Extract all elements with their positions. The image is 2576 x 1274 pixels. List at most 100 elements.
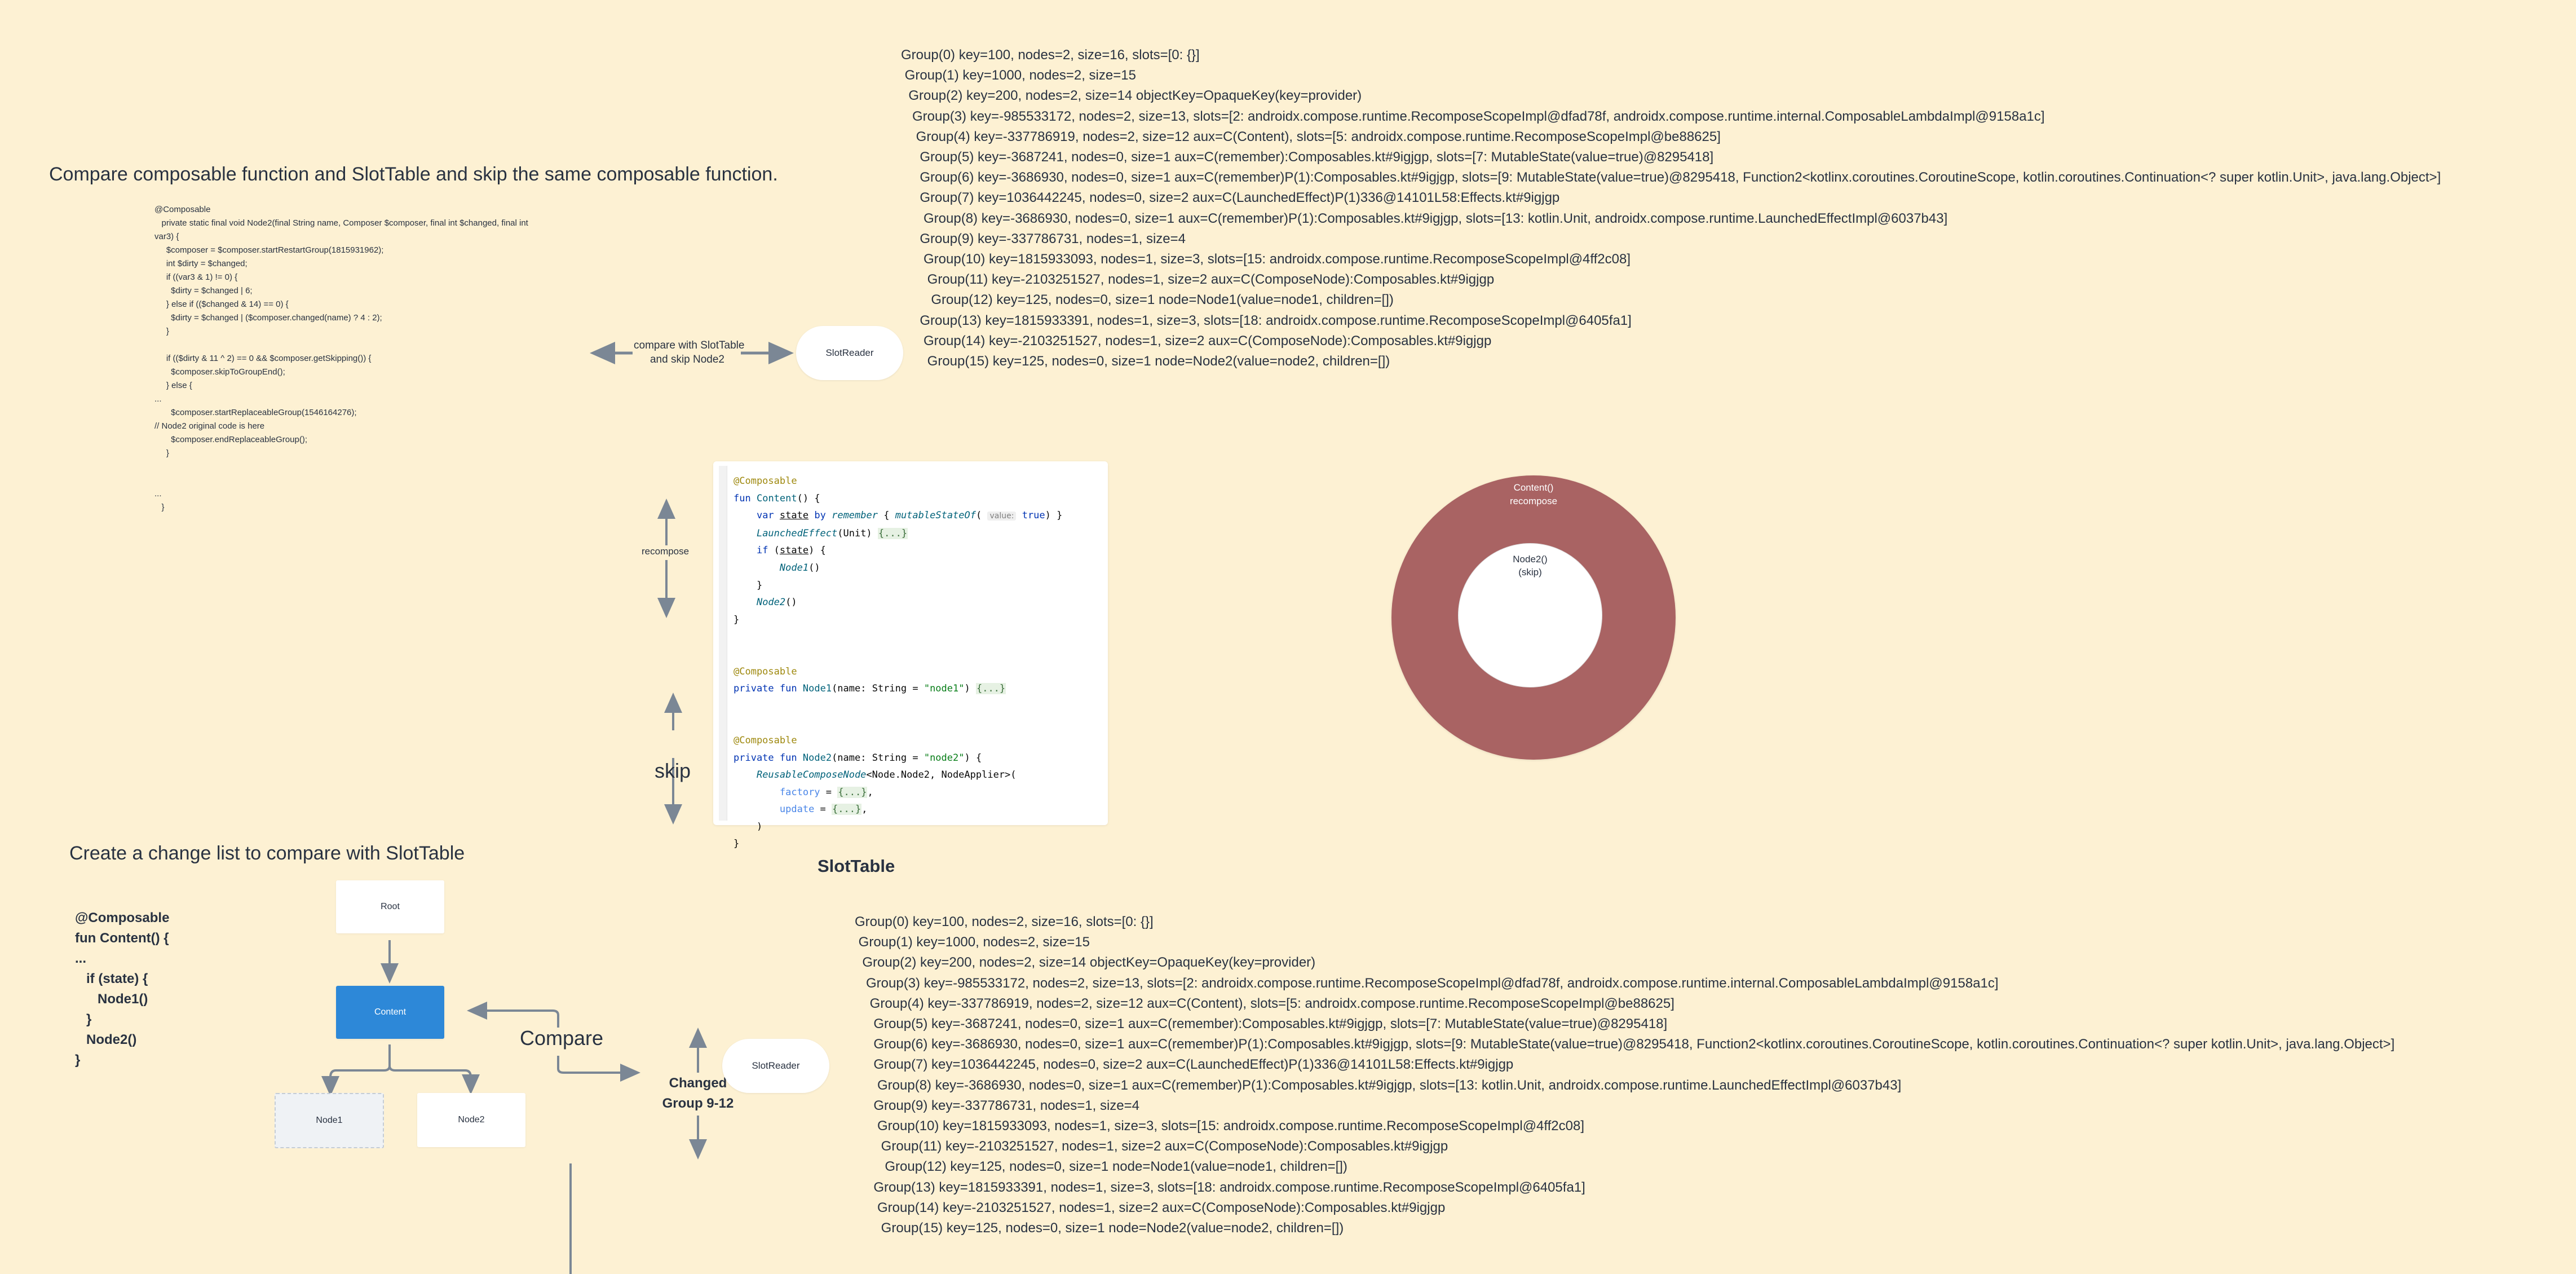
slot-table-group-row: Group(12) key=125, nodes=0, size=1 node=… [901,292,1394,308]
compare-bracket-top [467,1002,559,1028]
slot-table-group-row: Group(9) key=-337786731, nodes=1, size=4 [855,1097,1139,1113]
compare-bracket-bottom [557,1056,640,1082]
slot-table-group-row: Group(14) key=-2103251527, nodes=1, size… [901,333,1492,349]
slot-table-group-row: Group(5) key=-3687241, nodes=0, size=1 a… [855,1016,1668,1032]
recompose-label: recompose [642,546,690,557]
changed-line2: Group 9-12 [662,1096,734,1111]
keyword: fun [779,752,797,764]
slot-table-group-row: Group(6) key=-3686930, nodes=0, size=1 a… [855,1037,2395,1052]
slot-table-group-row: Group(6) key=-3686930, nodes=0, size=1 a… [901,170,2441,186]
slot-table-group-row: Group(7) key=1036442245, nodes=0, size=2… [855,1057,1514,1073]
function-name: Node1 [802,683,832,695]
slot-table-group-row: Group(15) key=125, nodes=0, size=1 node=… [855,1220,1344,1236]
skip-label: skip [655,759,691,782]
function-call: Node2 [756,597,786,609]
root-label: Root [381,902,400,911]
slot-table-group-row: Group(5) key=-3687241, nodes=0, size=1 a… [901,149,1714,165]
slot-reader-bottom-label: SlotReader [752,1060,800,1071]
node2-skip-circle: Node2() (skip) [1458,543,1602,687]
compare-label-line2: and skip Node2 [649,354,725,365]
code-fold[interactable]: {...} [877,527,908,539]
function-call: ReusableComposeNode [756,769,867,781]
slot-table-group-row: Group(9) key=-337786731, nodes=1, size=4 [901,231,1186,246]
keyword: private [734,683,774,695]
slot-table-group-row: Group(7) key=1036442245, nodes=0, size=2… [901,190,1560,206]
tree-node-node1: Node1 [275,1093,384,1148]
tree-node-node2: Node2 [417,1093,525,1147]
content-source-code: @Composable fun Content() { ... if (stat… [75,910,170,1068]
annotation: @Composable [734,665,797,677]
param: (name: String = [832,683,924,695]
keyword: if [756,545,768,557]
tree-node-root: Root [336,880,444,933]
slot-table-title: SlotTable [818,856,895,876]
node1-label: Node1 [316,1116,343,1125]
code-fold[interactable]: {...} [975,683,1006,695]
slot-reader-top: SlotReader [796,326,903,380]
function-name: Content [756,492,797,504]
keyword: by [814,510,826,522]
slot-table-group-row: Group(3) key=-985533172, nodes=2, size=1… [855,975,1999,991]
param-hint: value: [987,512,1017,521]
ide-gutter [719,466,727,821]
tree-node-content: Content [336,986,444,1039]
compare-with-slottable-label: compare with SlotTable and skip Node2 [634,338,744,367]
slot-table-bottom: Group(0) key=100, nodes=2, size=16, slot… [855,912,2394,1238]
slot-table-group-row: Group(11) key=-2103251527, nodes=1, size… [855,1139,1448,1154]
code-fold[interactable]: {...} [837,786,868,798]
function-name: Node2 [802,752,832,764]
compare-label: Compare [520,1026,604,1050]
inner-line1: Node2() [1513,554,1548,565]
slot-table-group-row: Group(8) key=-3686930, nodes=0, size=1 a… [901,210,1948,226]
slot-table-group-row: Group(13) key=1815933391, nodes=1, size=… [901,312,1632,328]
slot-table-group-row: Group(10) key=1815933093, nodes=1, size=… [901,252,1631,267]
content-recompose-circle: Content() recompose Node2() (skip) [1391,475,1676,760]
function-call: remember [832,510,878,522]
node2-skip-label: Node2() (skip) [1459,553,1602,579]
outer-line1: Content() [1513,482,1554,493]
slot-table-group-row: Group(14) key=-2103251527, nodes=1, size… [855,1200,1446,1215]
function-call: LaunchedEffect [756,527,838,539]
slot-table-group-row: Group(0) key=100, nodes=2, size=16, slot… [855,914,1154,929]
node2-label: Node2 [458,1115,485,1125]
slot-table-group-row: Group(1) key=1000, nodes=2, size=15 [901,68,1136,83]
arg: (Unit) [837,527,872,539]
slot-table-group-row: Group(12) key=125, nodes=0, size=1 node=… [855,1159,1347,1175]
slot-table-group-row: Group(3) key=-985533172, nodes=2, size=1… [901,108,2045,124]
slot-table-top: Group(0) key=100, nodes=2, size=16, slot… [901,45,2441,372]
named-arg: update [779,804,815,815]
annotation: @Composable [734,734,797,746]
inner-line2: (skip) [1518,567,1542,578]
bottom-section-title: Create a change list to compare with Slo… [69,843,465,864]
slot-table-group-row: Group(15) key=125, nodes=0, size=1 node=… [901,354,1390,369]
function-call: mutableStateOf [895,510,976,522]
keyword: var [756,510,774,522]
slot-table-group-row: Group(13) key=1815933391, nodes=1, size=… [855,1179,1585,1195]
slot-reader-top-label: SlotReader [825,347,874,358]
edge-content-children [329,1044,471,1086]
keyword: true [1022,510,1045,522]
content-label: Content [374,1007,406,1017]
variable: state [779,545,809,557]
slot-table-group-row: Group(1) key=1000, nodes=2, size=15 [855,934,1090,950]
string: "node2" [924,752,965,764]
slot-table-group-row: Group(0) key=100, nodes=2, size=16, slot… [901,47,1200,63]
slot-table-group-row: Group(4) key=-337786919, nodes=2, size=1… [855,995,1674,1011]
slot-table-group-row: Group(11) key=-2103251527, nodes=1, size… [901,272,1495,288]
slot-reader-bottom: SlotReader [722,1039,829,1093]
named-arg: factory [779,786,820,798]
slot-table-group-row: Group(2) key=200, nodes=2, size=14 objec… [855,955,1316,971]
ide-code-panel: @Composable fun Content() { var state by… [713,461,1108,849]
keyword: fun [779,683,797,695]
string: "node1" [924,683,965,695]
param: (name: String = [832,752,924,764]
annotation: @Composable [734,475,797,487]
slot-table-group-row: Group(10) key=1815933093, nodes=1, size=… [855,1118,1585,1134]
generic: <Node.Node2, NodeApplier>( [866,769,1017,781]
outer-line2: recompose [1509,496,1558,506]
keyword: private [734,752,774,764]
keyword: fun [734,492,751,504]
content-recompose-label: Content() recompose [1391,481,1676,508]
function-call: Node1 [779,562,809,574]
code-fold[interactable]: {...} [832,804,862,815]
